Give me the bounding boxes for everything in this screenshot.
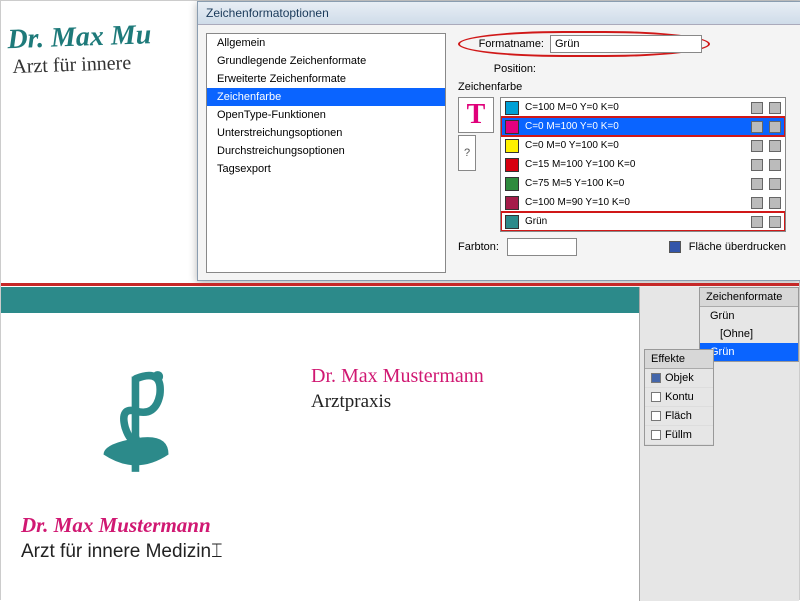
char-formats-current: Grün: [700, 307, 798, 325]
category-item[interactable]: Unterstreichungsoptionen: [207, 124, 445, 142]
formatname-highlight: Formatname:: [458, 31, 710, 57]
swatch-mode-icon: [769, 216, 781, 228]
effect-row[interactable]: Fläch: [645, 407, 713, 426]
effect-checkbox[interactable]: [651, 430, 661, 440]
char-formats-panel[interactable]: Zeichenformate Grün [Ohne]Grün: [699, 287, 799, 362]
effects-panel[interactable]: Effekte ObjekKontuFlächFüllm: [644, 349, 714, 446]
swatch-mode-icon: [769, 102, 781, 114]
swatch-row[interactable]: C=100 M=0 Y=0 K=0: [501, 98, 785, 117]
overprint-label: Fläche überdrucken: [689, 241, 786, 253]
swatch-mode-icon: [769, 178, 781, 190]
business-card-preview: Dr. Max Mustermann Arztpraxis Dr. Max Mu…: [1, 313, 641, 601]
section-title: Zeichenfarbe: [458, 81, 786, 93]
swatch-row[interactable]: C=75 M=5 Y=100 K=0: [501, 174, 785, 193]
card-sub-1: Arztpraxis: [311, 391, 391, 413]
formatname-label: Formatname:: [466, 38, 544, 50]
asclepius-logo: [81, 357, 191, 487]
card-name-1: Dr. Max Mustermann: [311, 365, 484, 388]
annotation-divider: [1, 283, 799, 286]
swatch-type-icon: [751, 121, 763, 133]
card-sub-2: Arzt für innere Medizin⌶: [21, 541, 219, 563]
tint-label: Farbton:: [458, 241, 499, 253]
category-item[interactable]: Zeichenfarbe: [207, 88, 445, 106]
help-icon[interactable]: ?: [458, 135, 476, 171]
category-item[interactable]: Allgemein: [207, 34, 445, 52]
char-format-item[interactable]: [Ohne]: [700, 325, 798, 343]
effect-checkbox[interactable]: [651, 392, 661, 402]
swatch-list[interactable]: C=100 M=0 Y=0 K=0C=0 M=100 Y=0 K=0C=0 M=…: [500, 97, 786, 232]
fill-proxy[interactable]: T: [458, 97, 494, 133]
swatch-row[interactable]: C=15 M=100 Y=100 K=0: [501, 155, 785, 174]
formatname-input[interactable]: [550, 35, 702, 53]
effect-checkbox[interactable]: [651, 373, 661, 383]
swatch-type-icon: [751, 178, 763, 190]
category-item[interactable]: OpenType-Funktionen: [207, 106, 445, 124]
swatch-type-icon: [751, 159, 763, 171]
swatch-type-icon: [751, 102, 763, 114]
swatch-row[interactable]: C=100 M=90 Y=10 K=0: [501, 193, 785, 212]
swatch-row[interactable]: Grün: [501, 212, 785, 231]
swatch-type-icon: [751, 140, 763, 152]
effect-row[interactable]: Kontu: [645, 388, 713, 407]
category-list[interactable]: AllgemeinGrundlegende ZeichenformateErwe…: [206, 33, 446, 273]
effect-row[interactable]: Objek: [645, 369, 713, 388]
right-panel-area: Zeichenformate Grün [Ohne]Grün Effekte O…: [639, 287, 799, 601]
swatch-row[interactable]: C=0 M=100 Y=0 K=0: [501, 117, 785, 136]
background-card-preview: Dr. Max Mu Arzt für innere: [0, 0, 206, 284]
char-style-options-dialog: Zeichenformatoptionen AllgemeinGrundlege…: [197, 1, 800, 281]
category-item[interactable]: Erweiterte Zeichenformate: [207, 70, 445, 88]
swatch-type-icon: [751, 216, 763, 228]
card-name-2: Dr. Max Mustermann: [21, 513, 211, 538]
position-label: Position:: [458, 63, 536, 75]
swatch-mode-icon: [769, 140, 781, 152]
text-cursor-icon: ⌶: [211, 541, 219, 555]
char-format-item[interactable]: Grün: [700, 343, 798, 361]
char-formats-title: Zeichenformate: [700, 288, 798, 307]
category-item[interactable]: Tagsexport: [207, 160, 445, 178]
effects-title: Effekte: [645, 350, 713, 369]
category-item[interactable]: Durchstreichungsoptionen: [207, 142, 445, 160]
overprint-checkbox[interactable]: [669, 241, 681, 253]
swatch-mode-icon: [769, 159, 781, 171]
swatch-type-icon: [751, 197, 763, 209]
swatch-mode-icon: [769, 121, 781, 133]
swatch-mode-icon: [769, 197, 781, 209]
category-item[interactable]: Grundlegende Zeichenformate: [207, 52, 445, 70]
dialog-title: Zeichenformatoptionen: [198, 2, 800, 25]
effect-checkbox[interactable]: [651, 411, 661, 421]
swatch-row[interactable]: C=0 M=0 Y=100 K=0: [501, 136, 785, 155]
card-teal-bar: [1, 287, 641, 313]
tint-select[interactable]: [507, 238, 577, 256]
effect-row[interactable]: Füllm: [645, 426, 713, 445]
